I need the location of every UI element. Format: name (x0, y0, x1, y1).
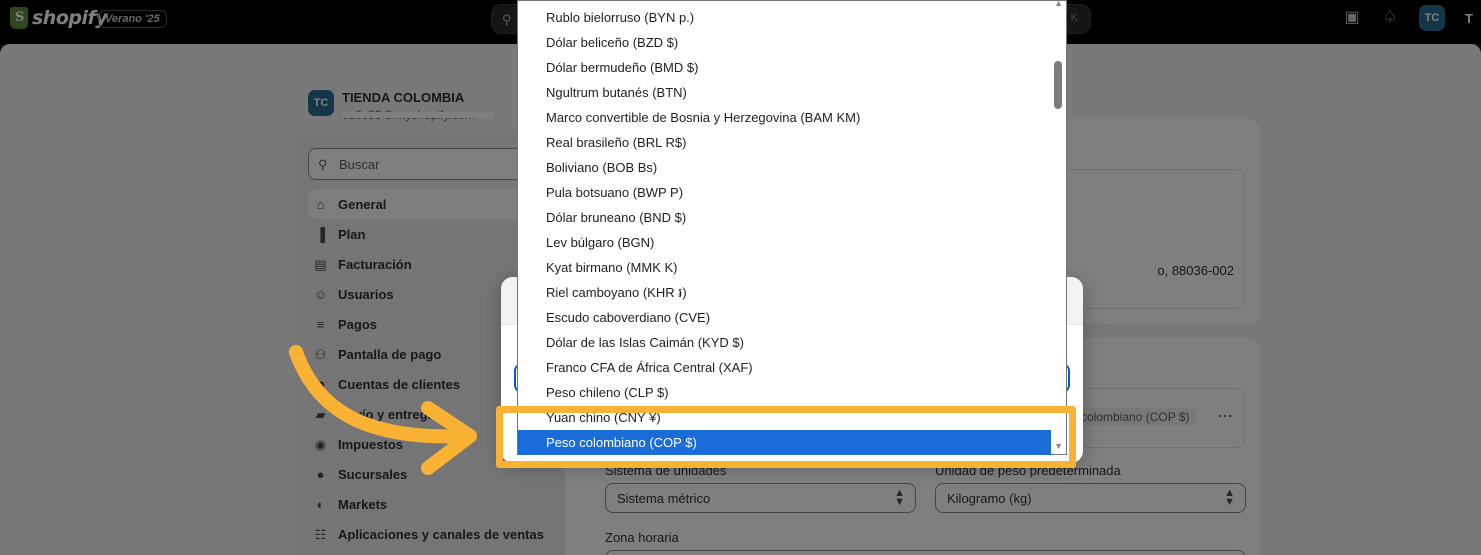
pointer-arrow-icon (289, 345, 477, 475)
